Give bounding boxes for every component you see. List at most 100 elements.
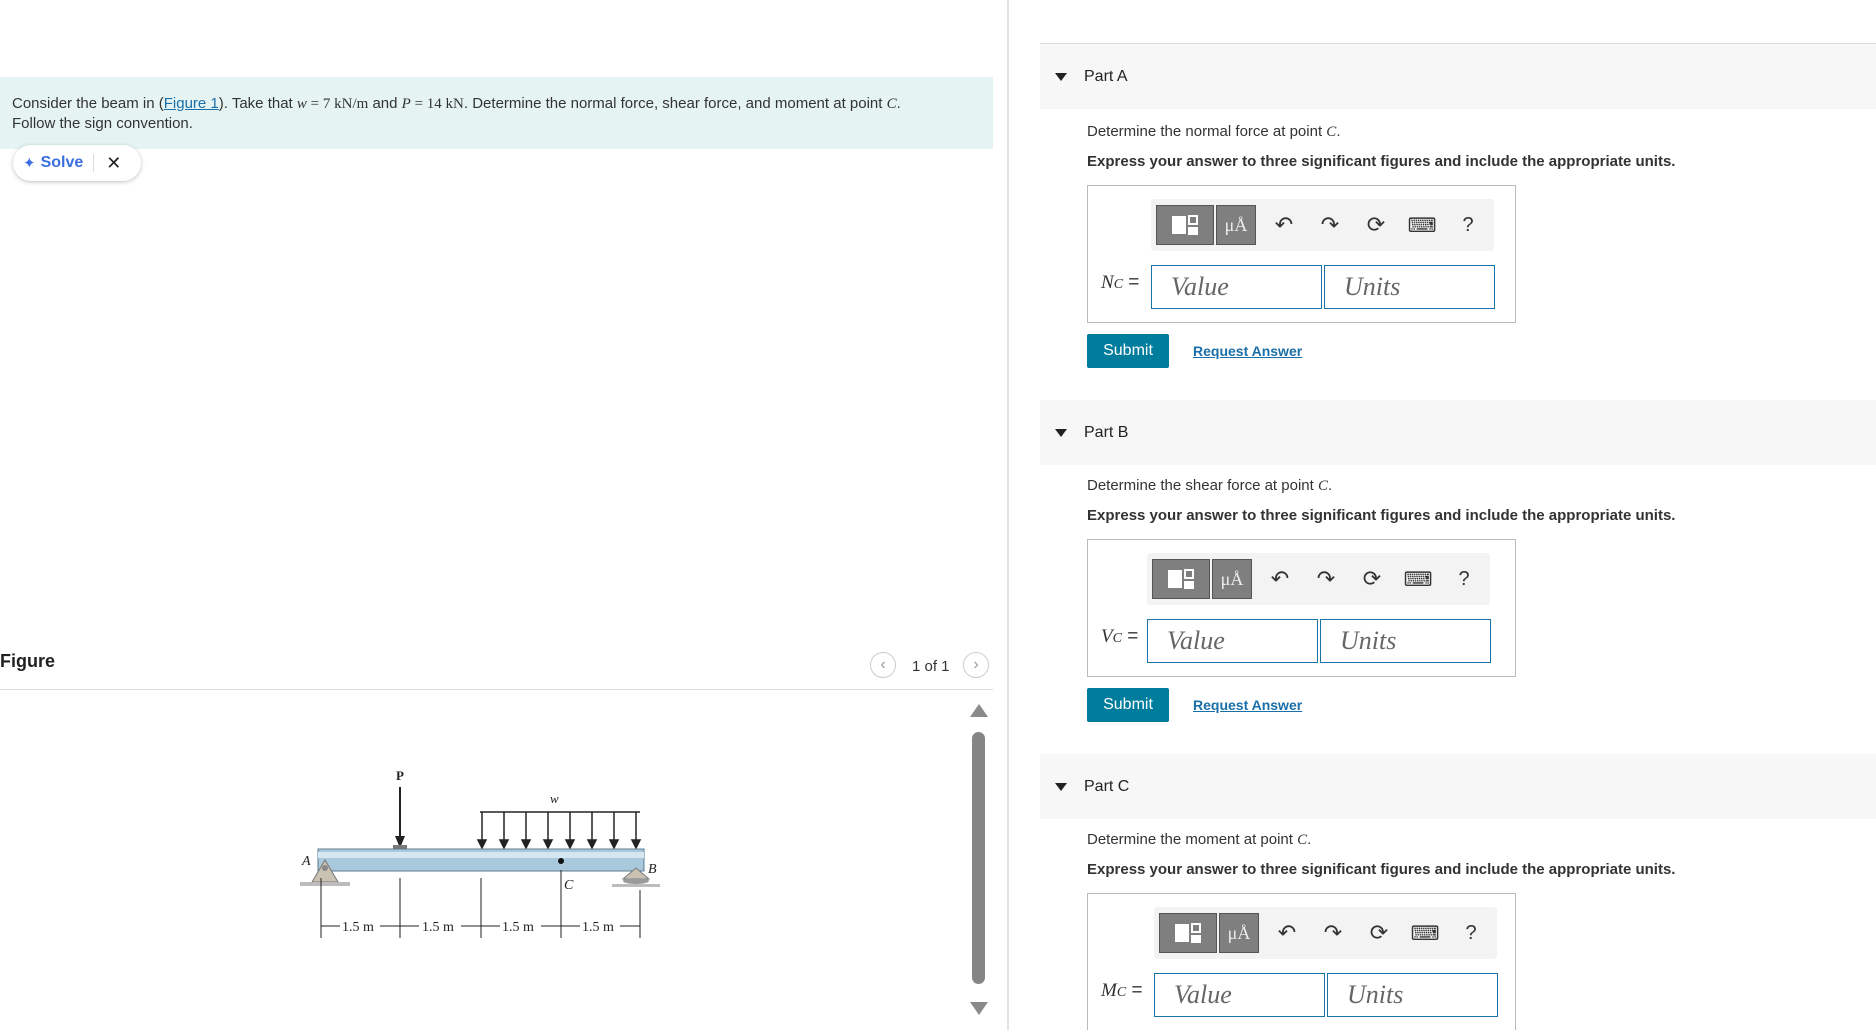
part-b-instruction: Express your answer to three significant… [1087, 507, 1676, 524]
chip-divider [93, 154, 95, 172]
part-c-label: Part C [1084, 777, 1130, 795]
figure-link[interactable]: Figure 1 [164, 95, 219, 112]
next-figure-button[interactable]: › [963, 652, 989, 678]
figure-page-count: 1 of 1 [912, 658, 950, 675]
var-sub: C [1112, 631, 1122, 646]
part-a-variable: NC = [1101, 272, 1140, 293]
part-a-submit-button[interactable]: Submit [1087, 334, 1169, 368]
help-icon[interactable]: ? [1448, 214, 1488, 237]
sparkle-icon: ✦ [23, 155, 36, 172]
p-label: P [396, 768, 404, 783]
keyboard-icon[interactable]: ⌨ [1402, 213, 1442, 238]
close-icon[interactable]: ✕ [106, 153, 121, 174]
solve-button[interactable]: Solve [41, 154, 84, 172]
units-input[interactable]: Units [1327, 973, 1498, 1017]
value-input[interactable]: Value [1151, 265, 1322, 309]
p-value: = 14 kN [410, 96, 464, 112]
figure-scrollbar[interactable] [970, 700, 988, 1020]
units-input[interactable]: Units [1320, 619, 1491, 663]
problem-text: ). Take that [218, 95, 297, 112]
prev-figure-button[interactable]: ‹ [870, 652, 896, 678]
caret-down-icon[interactable] [1055, 428, 1067, 437]
help-icon[interactable]: ? [1451, 922, 1491, 945]
part-b-request-answer[interactable]: Request Answer [1193, 697, 1302, 713]
units-input[interactable]: Units [1324, 265, 1495, 309]
part-b-answer-box: μÅ ↶ ↷ ⟳ ⌨ ? VC = Value Units [1087, 539, 1516, 677]
w-symbol: w [296, 96, 307, 112]
part-b-label: Part B [1084, 423, 1129, 441]
var-main: V [1101, 626, 1113, 647]
part-c-header[interactable]: Part C [1040, 754, 1876, 819]
point-load-p [393, 787, 407, 849]
answer-panel: Part A Determine the normal force at poi… [1040, 0, 1876, 1030]
problem-text: . [896, 95, 901, 112]
var-sub: C [1116, 985, 1127, 1000]
units-icon[interactable]: μÅ [1219, 913, 1259, 953]
question-text: . [1307, 831, 1312, 848]
caret-down-icon[interactable] [1055, 72, 1067, 81]
redo-icon[interactable]: ↷ [1306, 566, 1346, 592]
reset-icon[interactable]: ⟳ [1352, 566, 1392, 592]
var-main: M [1101, 980, 1117, 1001]
part-a-question: Determine the normal force at point C. [1087, 123, 1340, 141]
redo-icon[interactable]: ↷ [1313, 920, 1353, 946]
scroll-down-arrow[interactable] [970, 1002, 988, 1015]
c-symbol: C [886, 96, 897, 112]
part-a-header[interactable]: Part A [1040, 44, 1876, 109]
scroll-up-arrow[interactable] [970, 704, 988, 717]
problem-text: Consider the beam in ( [12, 95, 164, 112]
var-sub: C [1113, 277, 1124, 292]
units-icon[interactable]: μÅ [1212, 559, 1252, 599]
keyboard-icon[interactable]: ⌨ [1405, 921, 1445, 946]
c-label: C [564, 878, 574, 893]
var-main: N [1101, 272, 1114, 293]
chevron-right-icon: › [973, 656, 979, 673]
caret-down-icon[interactable] [1055, 782, 1067, 791]
problem-panel: Consider the beam in (Figure 1). Take th… [0, 0, 1007, 1030]
c-symbol: C [1297, 832, 1308, 848]
part-c-question: Determine the moment at point C. [1087, 831, 1311, 849]
b-label: B [648, 862, 657, 877]
part-b-submit-button[interactable]: Submit [1087, 688, 1169, 722]
question-text: Determine the shear force at point [1087, 477, 1318, 494]
p-symbol: P [401, 96, 411, 112]
value-input[interactable]: Value [1154, 973, 1325, 1017]
redo-icon[interactable]: ↷ [1310, 212, 1350, 238]
solve-chip: ✦ Solve ✕ [13, 145, 141, 181]
dim-label-4: 1.5 m [582, 920, 614, 935]
dim-label-3: 1.5 m [502, 920, 534, 935]
math-toolbar: μÅ ↶ ↷ ⟳ ⌨ ? [1154, 907, 1497, 959]
help-icon[interactable]: ? [1444, 568, 1484, 591]
part-c-variable: MC = [1101, 980, 1143, 1001]
dim-label-1: 1.5 m [342, 920, 374, 935]
undo-icon[interactable]: ↶ [1260, 566, 1300, 592]
w-value: = 7 kN/m [306, 96, 369, 112]
part-a-instruction: Express your answer to three significant… [1087, 153, 1676, 170]
value-input[interactable]: Value [1147, 619, 1318, 663]
a-label: A [301, 854, 311, 869]
part-a-request-answer[interactable]: Request Answer [1193, 343, 1302, 359]
figure-divider [0, 689, 993, 690]
units-icon[interactable]: μÅ [1216, 205, 1256, 245]
math-toolbar: μÅ ↶ ↷ ⟳ ⌨ ? [1147, 553, 1490, 605]
keyboard-icon[interactable]: ⌨ [1398, 567, 1438, 592]
undo-icon[interactable]: ↶ [1267, 920, 1307, 946]
templates-icon[interactable] [1159, 913, 1217, 953]
templates-icon[interactable] [1156, 205, 1214, 245]
reset-icon[interactable]: ⟳ [1356, 212, 1396, 238]
scroll-thumb[interactable] [972, 732, 985, 984]
c-symbol: C [1326, 124, 1337, 140]
dim-label-2: 1.5 m [422, 920, 454, 935]
beam-diagram: w P A B C 1.5 m 1.5 m 1.5 m 1.5 m [300, 768, 660, 938]
problem-text: . Determine the normal force, shear forc… [463, 95, 887, 112]
part-b-variable: VC = [1101, 626, 1139, 647]
part-c-instruction: Express your answer to three significant… [1087, 861, 1676, 878]
chevron-left-icon: ‹ [880, 656, 886, 673]
reset-icon[interactable]: ⟳ [1359, 920, 1399, 946]
templates-icon[interactable] [1152, 559, 1210, 599]
point-c-marker [558, 858, 564, 864]
c-symbol: C [1317, 478, 1328, 494]
part-b-header[interactable]: Part B [1040, 400, 1876, 465]
part-a-answer-box: μÅ ↶ ↷ ⟳ ⌨ ? NC = Value Units [1087, 185, 1516, 323]
undo-icon[interactable]: ↶ [1264, 212, 1304, 238]
